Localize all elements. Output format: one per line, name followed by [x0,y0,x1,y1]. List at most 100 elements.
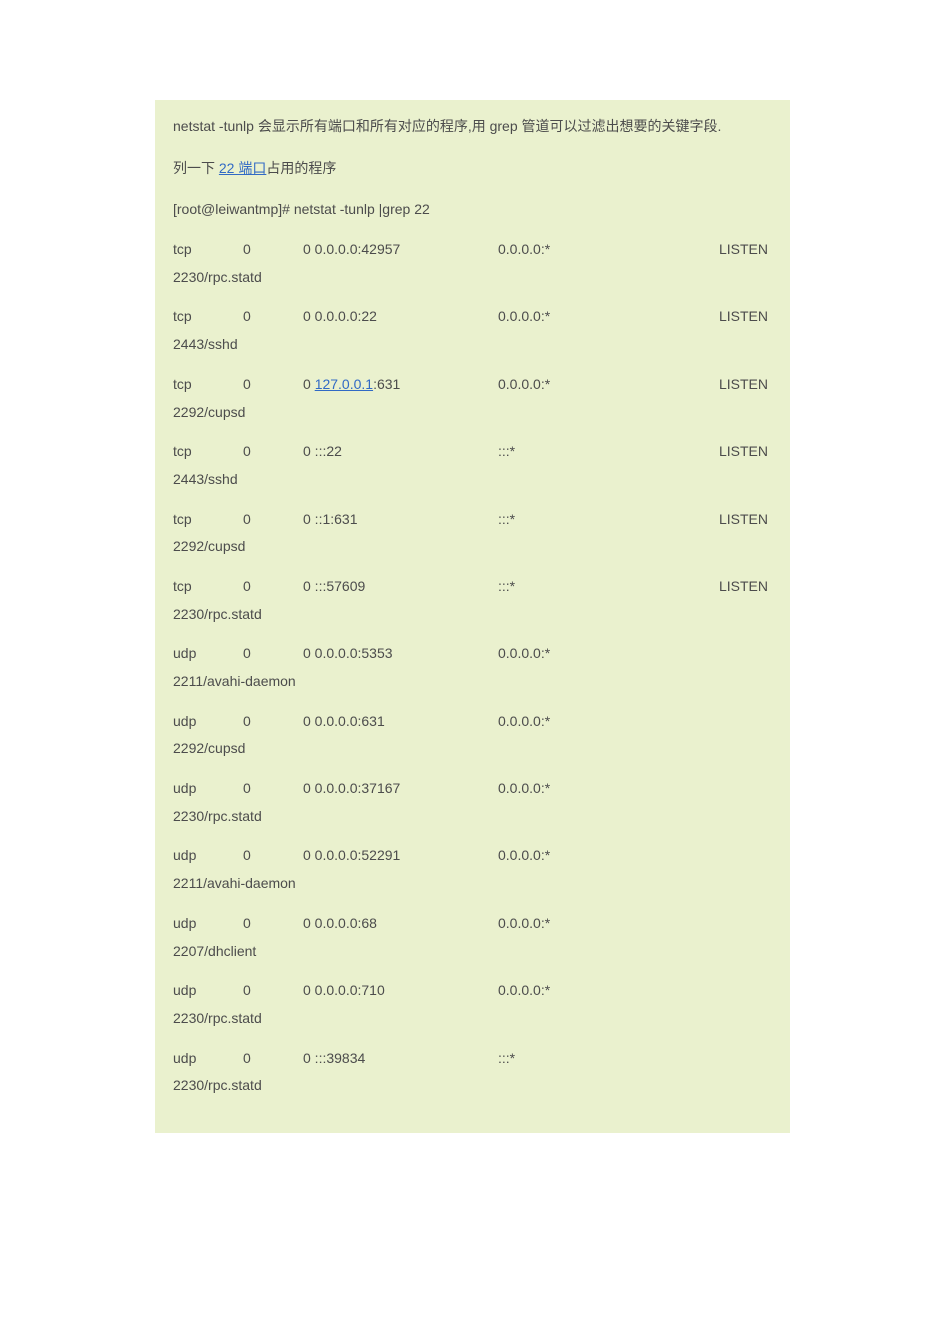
netstat-row: udp00 0.0.0.0:371670.0.0.0:* 2230/rpc.sta… [173,778,772,827]
recv-q: 0 [243,1048,303,1070]
send-local: 0 0.0.0.0:52291 [303,845,498,867]
send-local-suffix: :631 [373,376,400,392]
foreign-address: :::* [498,1048,713,1070]
netstat-row: tcp00 0.0.0.0:429570.0.0.0:*LISTEN 2230/r… [173,239,772,288]
send-local: 0 0.0.0.0:710 [303,980,498,1002]
send-local: 0 0.0.0.0:37167 [303,778,498,800]
foreign-address: :::* [498,509,713,531]
recv-q: 0 [243,913,303,935]
recv-q: 0 [243,441,303,463]
proto: udp [173,845,243,867]
netstat-row-cols: udp00 0.0.0.0:53530.0.0.0:* [173,643,772,665]
netstat-row: udp00 0.0.0.0:680.0.0.0:* 2207/dhclient [173,913,772,962]
proto: tcp [173,239,243,261]
program: 2230/rpc.statd [173,1075,772,1097]
netstat-row: tcp00 :::57609:::*LISTEN2230/rpc.statd [173,576,772,625]
proto: udp [173,711,243,733]
program: 2292/cupsd [173,536,772,558]
netstat-row-cols: tcp00 127.0.0.1:6310.0.0.0:*LISTEN [173,374,772,396]
recv-q: 0 [243,778,303,800]
foreign-address: 0.0.0.0:* [498,778,713,800]
proto: udp [173,913,243,935]
send-local: 0 0.0.0.0:22 [303,306,498,328]
foreign-address: 0.0.0.0:* [498,643,713,665]
recv-q: 0 [243,845,303,867]
send-local: 0 :::57609 [303,576,498,598]
sub-intro-suffix: 占用的程序 [266,160,336,176]
proto: tcp [173,576,243,598]
proto: tcp [173,509,243,531]
recv-q: 0 [243,239,303,261]
recv-q: 0 [243,509,303,531]
recv-q: 0 [243,980,303,1002]
netstat-row: udp00 0.0.0.0:7100.0.0.0:*2230/rpc.statd [173,980,772,1029]
send-local: 0 0.0.0.0:631 [303,711,498,733]
proto: tcp [173,441,243,463]
netstat-row: udp00 0.0.0.0:522910.0.0.0:* 2211/avahi-d… [173,845,772,894]
foreign-address: 0.0.0.0:* [498,306,713,328]
state [713,711,772,733]
program: 2207/dhclient [173,941,772,963]
netstat-row: tcp00 0.0.0.0:220.0.0.0:*LISTEN2443/sshd [173,306,772,355]
foreign-address: 0.0.0.0:* [498,980,713,1002]
recv-q: 0 [243,374,303,396]
foreign-address: 0.0.0.0:* [498,913,713,935]
netstat-row-cols: udp00 :::39834:::* [173,1048,772,1070]
intro-text: netstat -tunlp 会显示所有端口和所有对应的程序,用 grep 管道… [173,116,772,138]
ip-link[interactable]: 127.0.0.1 [315,376,373,392]
netstat-output: tcp00 0.0.0.0:429570.0.0.0:*LISTEN2230/r… [173,239,772,1097]
program: 2292/cupsd [173,402,772,424]
send-local: 0 :::39834 [303,1048,498,1070]
program: 2230/rpc.statd [173,267,772,289]
netstat-row-cols: tcp00 ::1:631:::*LISTEN [173,509,772,531]
netstat-row: tcp00 127.0.0.1:6310.0.0.0:*LISTEN 2292/c… [173,374,772,423]
proto: tcp [173,374,243,396]
send-local: 0 0.0.0.0:42957 [303,239,498,261]
state: LISTEN [713,576,772,598]
program: 2211/avahi-daemon [173,873,772,895]
command-line: [root@leiwantmp]# netstat -tunlp |grep 2… [173,199,772,221]
proto: tcp [173,306,243,328]
netstat-row: tcp00 ::1:631:::*LISTEN2292/cupsd [173,509,772,558]
recv-q: 0 [243,711,303,733]
state [713,778,772,800]
netstat-row-cols: udp00 0.0.0.0:371670.0.0.0:* [173,778,772,800]
state: LISTEN [713,374,772,396]
foreign-address: 0.0.0.0:* [498,239,713,261]
program: 2230/rpc.statd [173,806,772,828]
proto: udp [173,1048,243,1070]
netstat-row: udp00 0.0.0.0:53530.0.0.0:*2211/avahi-da… [173,643,772,692]
recv-q: 0 [243,576,303,598]
program: 2292/cupsd [173,738,772,760]
document-page: netstat -tunlp 会显示所有端口和所有对应的程序,用 grep 管道… [0,0,945,1337]
netstat-row-cols: udp00 0.0.0.0:522910.0.0.0:* [173,845,772,867]
send-local: 0 0.0.0.0:68 [303,913,498,935]
recv-q: 0 [243,643,303,665]
send-local: 0 127.0.0.1:631 [303,374,498,396]
sub-intro-prefix: 列一下 [173,160,219,176]
send-local: 0 ::1:631 [303,509,498,531]
netstat-row: tcp00 :::22:::*LISTEN2443/sshd [173,441,772,490]
proto: udp [173,980,243,1002]
foreign-address: :::* [498,441,713,463]
program: 2443/sshd [173,469,772,491]
foreign-address: :::* [498,576,713,598]
foreign-address: 0.0.0.0:* [498,845,713,867]
recv-q: 0 [243,306,303,328]
state: LISTEN [713,509,772,531]
program: 2230/rpc.statd [173,604,772,626]
send-local: 0 0.0.0.0:5353 [303,643,498,665]
netstat-row-cols: tcp00 :::22:::*LISTEN [173,441,772,463]
netstat-row: udp00 0.0.0.0:6310.0.0.0:*2292/cupsd [173,711,772,760]
port-link[interactable]: 22 端口 [219,160,266,176]
netstat-row-cols: tcp00 0.0.0.0:220.0.0.0:*LISTEN [173,306,772,328]
state [713,913,772,935]
state [713,643,772,665]
netstat-row: udp00 :::39834:::*2230/rpc.statd [173,1048,772,1097]
netstat-row-cols: udp00 0.0.0.0:7100.0.0.0:* [173,980,772,1002]
state: LISTEN [713,441,772,463]
state: LISTEN [713,306,772,328]
sub-intro: 列一下 22 端口占用的程序 [173,158,772,180]
foreign-address: 0.0.0.0:* [498,374,713,396]
netstat-row-cols: tcp00 0.0.0.0:429570.0.0.0:*LISTEN [173,239,772,261]
